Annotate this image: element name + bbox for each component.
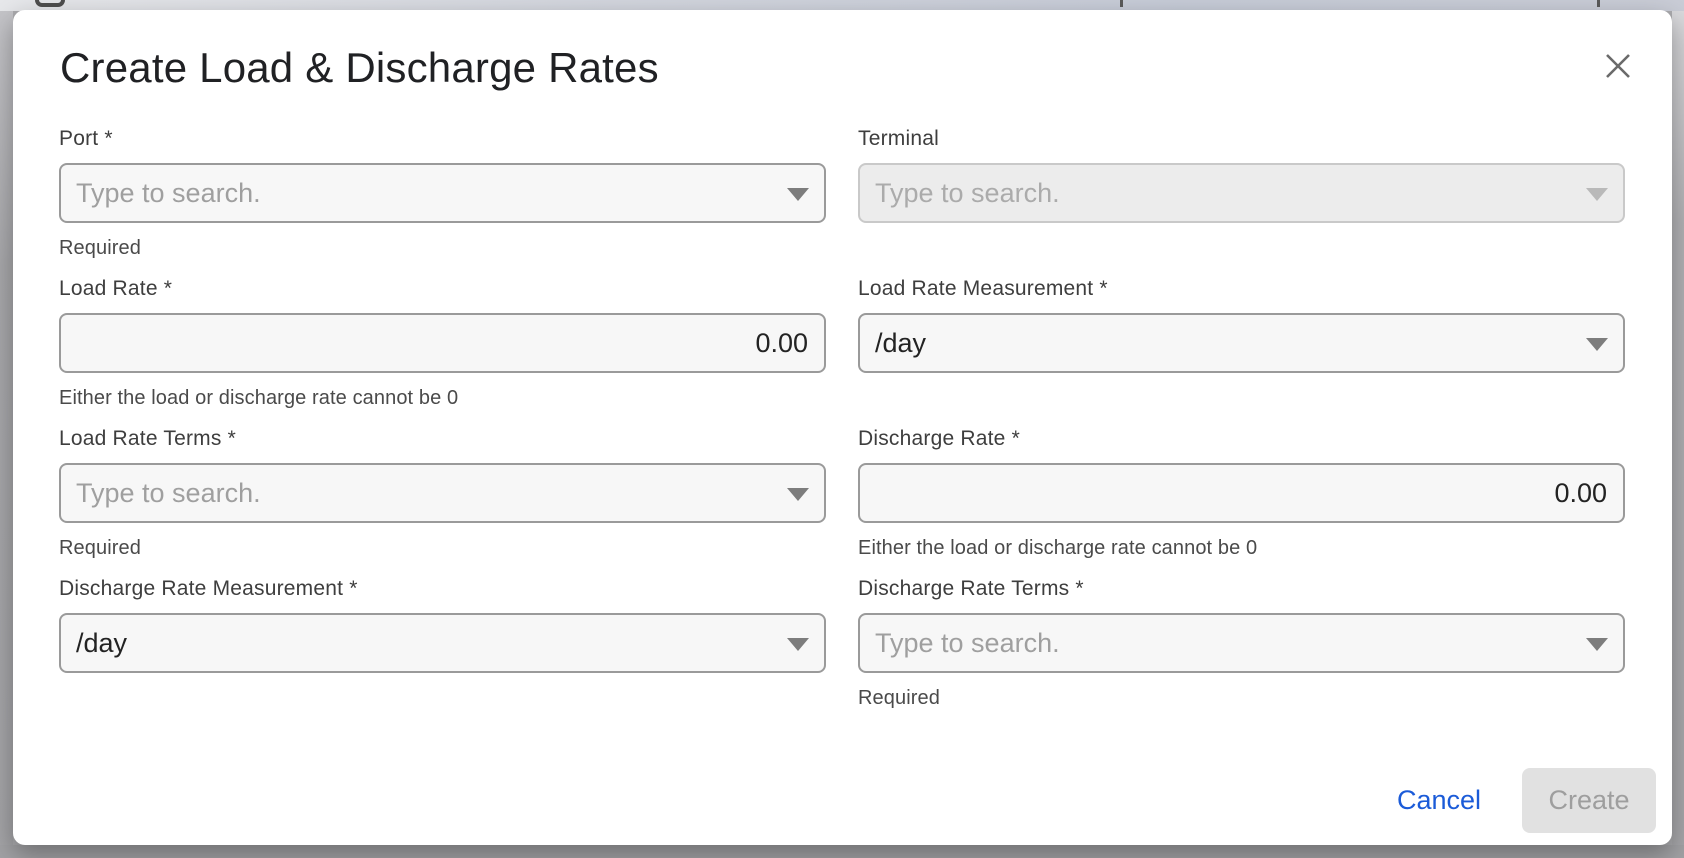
load-rate-control[interactable] [59, 313, 826, 373]
discharge-rate-measurement-field-group: Discharge Rate Measurement * /day [59, 576, 826, 673]
chevron-down-icon[interactable] [787, 638, 809, 651]
chevron-down-icon[interactable] [1586, 338, 1608, 351]
port-helper-text: Required [59, 236, 826, 260]
discharge-rate-terms-input[interactable] [858, 613, 1625, 673]
background-fragment [1597, 0, 1600, 7]
discharge-rate-helper-text: Either the load or discharge rate cannot… [858, 536, 1625, 560]
port-input[interactable] [59, 163, 826, 223]
close-button[interactable] [1598, 46, 1638, 86]
discharge-rate-terms-helper-text: Required [858, 686, 1625, 710]
load-rate-terms-combobox[interactable] [59, 463, 826, 523]
load-rate-measurement-value[interactable]: /day [858, 313, 1625, 373]
chevron-down-icon[interactable] [1586, 638, 1608, 651]
port-label: Port * [59, 126, 826, 152]
discharge-rate-terms-label: Discharge Rate Terms * [858, 576, 1625, 602]
load-rate-terms-field-group: Load Rate Terms * Required [59, 426, 826, 560]
terminal-field-group: Terminal [858, 126, 1625, 223]
load-rate-measurement-field-group: Load Rate Measurement * /day [858, 276, 1625, 373]
background-fragment [1120, 0, 1123, 7]
load-rate-measurement-label: Load Rate Measurement * [858, 276, 1625, 302]
chevron-down-icon[interactable] [787, 188, 809, 201]
load-rate-terms-label: Load Rate Terms * [59, 426, 826, 452]
modal-backdrop [0, 845, 1684, 858]
load-rate-field-group: Load Rate * Either the load or discharge… [59, 276, 826, 410]
load-rate-measurement-select[interactable]: /day [858, 313, 1625, 373]
port-combobox[interactable] [59, 163, 826, 223]
chevron-down-icon[interactable] [787, 488, 809, 501]
discharge-rate-terms-field-group: Discharge Rate Terms * Required [858, 576, 1625, 710]
create-load-discharge-rates-dialog: Create Load & Discharge Rates Port * Req… [13, 10, 1672, 845]
terminal-input [858, 163, 1625, 223]
create-button[interactable]: Create [1522, 768, 1656, 833]
dialog-actions: Cancel Create [1383, 768, 1656, 833]
terminal-combobox [858, 163, 1625, 223]
load-rate-terms-helper-text: Required [59, 536, 826, 560]
modal-backdrop [1672, 11, 1684, 858]
terminal-label: Terminal [858, 126, 1625, 152]
discharge-rate-measurement-select[interactable]: /day [59, 613, 826, 673]
load-rate-label: Load Rate * [59, 276, 826, 302]
load-rate-helper-text: Either the load or discharge rate cannot… [59, 386, 826, 410]
dialog-title: Create Load & Discharge Rates [60, 43, 659, 93]
background-clipped-icon [35, 0, 65, 7]
port-field-group: Port * Required [59, 126, 826, 260]
load-rate-input[interactable] [59, 313, 826, 373]
modal-backdrop [0, 11, 13, 858]
load-rate-terms-input[interactable] [59, 463, 826, 523]
close-icon [1603, 51, 1633, 81]
discharge-rate-terms-combobox[interactable] [858, 613, 1625, 673]
chevron-down-icon [1586, 188, 1608, 201]
discharge-rate-control[interactable] [858, 463, 1625, 523]
discharge-rate-field-group: Discharge Rate * Either the load or disc… [858, 426, 1625, 560]
discharge-rate-measurement-value[interactable]: /day [59, 613, 826, 673]
cancel-button[interactable]: Cancel [1383, 775, 1495, 826]
discharge-rate-input[interactable] [858, 463, 1625, 523]
discharge-rate-label: Discharge Rate * [858, 426, 1625, 452]
discharge-rate-measurement-label: Discharge Rate Measurement * [59, 576, 826, 602]
